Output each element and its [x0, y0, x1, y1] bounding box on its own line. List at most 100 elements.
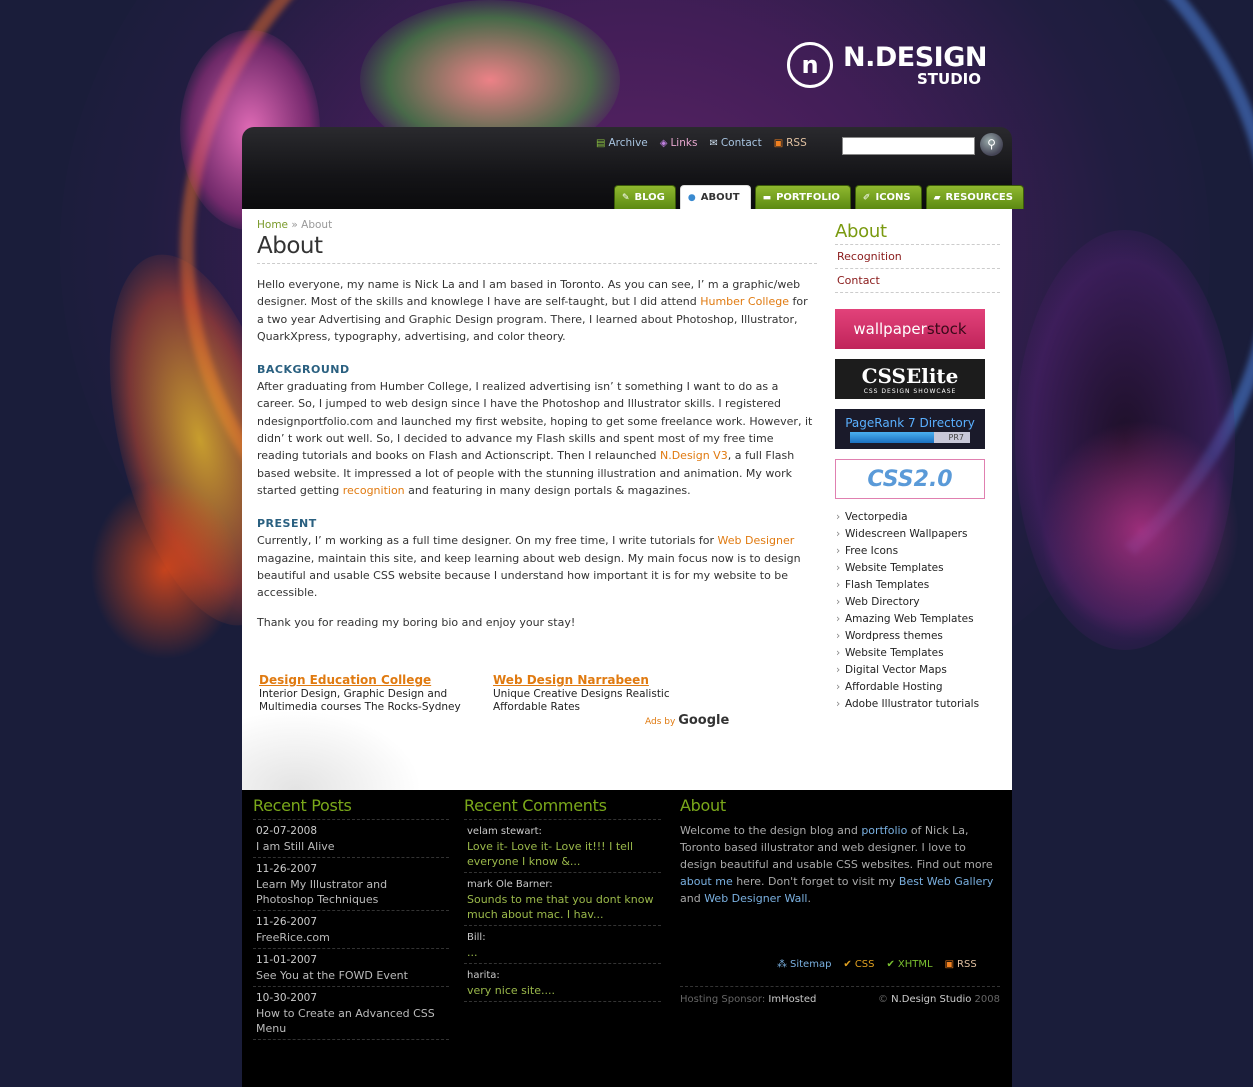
- web-designer-wall-link[interactable]: Web Designer Wall: [704, 892, 807, 905]
- sitemap-link[interactable]: ⁂ Sitemap: [777, 959, 831, 970]
- wallpaperstock-banner[interactable]: wallpaper stock: [835, 309, 985, 349]
- top-links: ▤ Archive ◈ Links ✉ Contact ▣ RSS: [596, 137, 807, 149]
- top-link-rss[interactable]: ▣ RSS: [774, 137, 807, 149]
- about-me-link[interactable]: about me: [680, 875, 733, 888]
- sidebar-resource-link[interactable]: Web Directory: [835, 594, 1000, 611]
- best-web-gallery-link[interactable]: Best Web Gallery: [899, 875, 994, 888]
- post-title-link[interactable]: See You at the FOWD Event: [256, 968, 446, 983]
- recent-comments-title: Recent Comments: [464, 796, 661, 820]
- sitemap-icon: ⁂: [777, 959, 787, 970]
- top-link-archive[interactable]: ▤ Archive: [596, 137, 648, 149]
- recent-post-item: 02-07-2008 I am Still Alive: [253, 820, 449, 858]
- tab-resources[interactable]: ▰ RESOURCES: [925, 185, 1024, 209]
- comment-author: Bill:: [467, 932, 486, 943]
- brush-icon: ✐: [862, 192, 871, 203]
- comment-author: mark Ole Barner:: [467, 879, 553, 890]
- search-button[interactable]: ⚲: [980, 133, 1003, 156]
- ads-by-google-link[interactable]: Ads by Google: [645, 713, 729, 728]
- logo-mark-icon: n: [787, 42, 833, 88]
- closing-paragraph: Thank you for reading my boring bio and …: [257, 616, 576, 630]
- copyright: © N.Design Studio 2008: [877, 994, 1000, 1005]
- breadcrumb: Home » About: [257, 219, 817, 231]
- top-link-contact[interactable]: ✉ Contact: [709, 137, 761, 149]
- post-title-link[interactable]: How to Create an Advanced CSS Menu: [256, 1006, 446, 1036]
- sidebar-resource-link[interactable]: Amazing Web Templates: [835, 611, 1000, 628]
- check-icon: ✔: [886, 959, 895, 970]
- footer-about-title: About: [680, 796, 726, 815]
- css20-banner[interactable]: CSS2.0: [835, 459, 985, 499]
- pagerank-banner[interactable]: PageRank 7 Directory PR7: [835, 409, 985, 449]
- logo-subtitle: STUDIO: [917, 70, 981, 88]
- hosting-sponsor-link[interactable]: ImHosted: [768, 994, 816, 1005]
- comment-excerpt-link[interactable]: Sounds to me that you dont know much abo…: [467, 892, 658, 922]
- sidebar-resource-link[interactable]: Wordpress themes: [835, 628, 1000, 645]
- ndesign-v3-link[interactable]: N.Design V3: [660, 449, 728, 462]
- sidebar: About Recognition Contact wallpaper stock…: [835, 221, 1000, 713]
- xhtml-valid-link[interactable]: ✔ XHTML: [887, 959, 933, 970]
- footer-rss-link[interactable]: ▣ RSS: [945, 959, 977, 970]
- sidebar-resource-link[interactable]: Website Templates: [835, 560, 1000, 577]
- css-valid-link[interactable]: ✔ CSS: [843, 959, 874, 970]
- recent-post-item: 10-30-2007 How to Create an Advanced CSS …: [253, 987, 449, 1040]
- recent-posts: Recent Posts 02-07-2008 I am Still Alive 1…: [253, 796, 449, 1040]
- recognition-link[interactable]: recognition: [343, 484, 405, 497]
- hosting-sponsor: Hosting Sponsor: ImHosted: [680, 994, 817, 1005]
- sidebar-resource-link[interactable]: Affordable Hosting: [835, 679, 1000, 696]
- portfolio-link[interactable]: portfolio: [861, 824, 907, 837]
- archive-icon: ▤: [596, 137, 606, 149]
- comment-excerpt-link[interactable]: very nice site....: [467, 983, 658, 998]
- tab-portfolio[interactable]: ▬ PORTFOLIO: [754, 185, 851, 209]
- sidebar-resource-link[interactable]: Free Icons: [835, 543, 1000, 560]
- post-title-link[interactable]: Learn My Illustrator and Photoshop Techn…: [256, 877, 446, 907]
- sidebar-resource-link[interactable]: Adobe Illustrator tutorials: [835, 696, 1000, 713]
- comment-author: velam stewart:: [467, 826, 542, 837]
- humber-college-link[interactable]: Humber College: [700, 295, 789, 308]
- breadcrumb-home[interactable]: Home: [257, 219, 288, 231]
- footer-about-text: Welcome to the design blog and portfolio…: [680, 824, 994, 905]
- post-date: 11-26-2007: [256, 863, 318, 875]
- csselite-banner[interactable]: CSSElite CSS DESIGN SHOWCASE: [835, 359, 985, 399]
- site-logo[interactable]: n N.DESIGN STUDIO: [787, 40, 1002, 92]
- tab-about[interactable]: ● ABOUT: [679, 185, 751, 209]
- page-title: About: [257, 233, 817, 264]
- background-heading: BACKGROUND: [257, 363, 350, 377]
- sidebar-resource-link[interactable]: Flash Templates: [835, 577, 1000, 594]
- sidebar-resource-link[interactable]: Vectorpedia: [835, 509, 1000, 526]
- recent-comment-item: velam stewart: Love it- Love it- Love it!…: [464, 820, 661, 873]
- comment-author: harita:: [467, 970, 500, 981]
- recent-comment-item: Bill:...: [464, 926, 661, 964]
- sidebar-item-contact[interactable]: Contact: [835, 269, 1000, 293]
- recent-post-item: 11-01-2007 See You at the FOWD Event: [253, 949, 449, 987]
- rss-icon: ▣: [944, 959, 955, 970]
- post-date: 11-26-2007: [256, 916, 318, 928]
- tab-blog[interactable]: ✎ BLOG: [614, 185, 676, 209]
- breadcrumb-separator: »: [291, 219, 298, 231]
- sidebar-resource-link[interactable]: Widescreen Wallpapers: [835, 526, 1000, 543]
- recent-post-item: 11-26-2007 FreeRice.com: [253, 911, 449, 949]
- background-paragraph: After graduating from Humber College, I …: [257, 380, 813, 497]
- recent-posts-title: Recent Posts: [253, 796, 449, 820]
- web-designer-link[interactable]: Web Designer: [718, 534, 795, 547]
- ad-title[interactable]: Design Education College: [259, 673, 484, 687]
- search-input[interactable]: [842, 137, 975, 155]
- links-icon: ◈: [659, 137, 668, 149]
- main-column: Home » About About Hello everyone, my na…: [257, 219, 817, 728]
- recent-comment-item: harita: very nice site....: [464, 964, 661, 1002]
- post-title-link[interactable]: I am Still Alive: [256, 839, 446, 854]
- content-area: Home » About About Hello everyone, my na…: [242, 209, 1012, 790]
- sidebar-resource-link[interactable]: Website Templates: [835, 645, 1000, 662]
- present-paragraph: Currently, I’ m working as a full time d…: [257, 534, 801, 600]
- ad-title[interactable]: Web Design Narrabeen: [493, 673, 718, 687]
- comment-excerpt-link[interactable]: Love it- Love it- Love it!!! I tell ever…: [467, 839, 658, 869]
- comment-excerpt-link[interactable]: ...: [467, 945, 658, 960]
- folder-icon: ▬: [762, 192, 772, 203]
- sidebar-resource-link[interactable]: Digital Vector Maps: [835, 662, 1000, 679]
- ad-description: Interior Design, Graphic Design and Mult…: [259, 688, 461, 713]
- post-date: 10-30-2007: [256, 992, 318, 1004]
- top-link-links[interactable]: ◈ Links: [660, 137, 698, 149]
- tab-icons[interactable]: ✐ ICONS: [854, 185, 922, 209]
- footer-links: ⁂ Sitemap ✔ CSS ✔ XHTML ▣ RSS: [777, 959, 977, 970]
- post-title-link[interactable]: FreeRice.com: [256, 930, 446, 945]
- sidebar-item-recognition[interactable]: Recognition: [835, 245, 1000, 269]
- recent-comments: Recent Comments velam stewart: Love it- L…: [464, 796, 661, 1002]
